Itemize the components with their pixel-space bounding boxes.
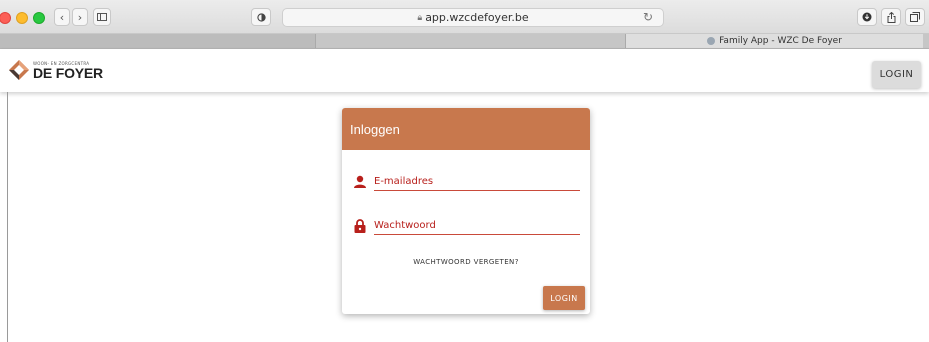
close-window-button[interactable] <box>0 12 11 24</box>
zoom-window-button[interactable] <box>33 12 45 24</box>
tab-inactive[interactable] <box>316 34 626 48</box>
favicon-icon <box>707 37 716 45</box>
logo[interactable]: WOON- EN ZORGCENTRA DE FOYER <box>8 55 103 85</box>
minimize-window-button[interactable] <box>16 12 28 24</box>
password-field <box>354 216 580 238</box>
login-card: Inloggen WACHTWOORD VERGETEN? LOGIN <box>342 108 590 314</box>
email-input[interactable] <box>374 172 580 191</box>
downloads-button[interactable] <box>857 8 877 26</box>
download-icon <box>862 12 872 22</box>
tab-title: Family App - WZC De Foyer <box>719 36 842 46</box>
tab-overview-button[interactable] <box>905 8 925 26</box>
app-header: WOON- EN ZORGCENTRA DE FOYER LOGIN <box>0 49 929 92</box>
share-button[interactable] <box>881 8 901 26</box>
share-icon <box>887 11 895 23</box>
privacy-shield-icon <box>256 12 266 22</box>
sidebar-icon <box>97 13 107 21</box>
left-edge-divider <box>7 92 8 342</box>
privacy-button[interactable] <box>251 8 271 26</box>
tab-inactive[interactable] <box>0 34 316 48</box>
logo-title: DE FOYER <box>33 64 103 81</box>
login-button[interactable]: LOGIN <box>543 286 585 310</box>
url-text: app.wzcdefoyer.be <box>425 11 529 24</box>
address-bar[interactable]: 🔒︎ app.wzcdefoyer.be ↻ <box>282 8 664 27</box>
tab-bar: Family App - WZC De Foyer <box>0 34 929 49</box>
logo-text: WOON- EN ZORGCENTRA DE FOYER <box>33 61 103 80</box>
lock-icon: 🔒︎ <box>417 12 423 23</box>
new-tab-button[interactable] <box>924 34 929 48</box>
forgot-password-link[interactable]: WACHTWOORD VERGETEN? <box>342 258 590 266</box>
password-input[interactable] <box>374 216 580 235</box>
header-login-button[interactable]: LOGIN <box>872 61 921 88</box>
back-icon: ‹ <box>59 10 65 24</box>
card-title: Inloggen <box>342 108 590 150</box>
sidebar-button[interactable] <box>93 8 111 26</box>
browser-toolbar: ‹ › 🔒︎ app.wzcdefoyer.be ↻ <box>0 0 929 34</box>
back-button[interactable]: ‹ <box>54 8 70 26</box>
forward-icon: › <box>77 10 83 24</box>
forward-button[interactable]: › <box>72 8 88 26</box>
tabs-icon <box>910 12 920 22</box>
lock-icon <box>354 219 366 233</box>
reload-icon[interactable]: ↻ <box>643 10 653 24</box>
de-foyer-logo-icon <box>9 60 29 80</box>
person-icon <box>354 175 366 188</box>
email-field <box>354 172 580 194</box>
tab-active[interactable]: Family App - WZC De Foyer <box>626 34 923 48</box>
